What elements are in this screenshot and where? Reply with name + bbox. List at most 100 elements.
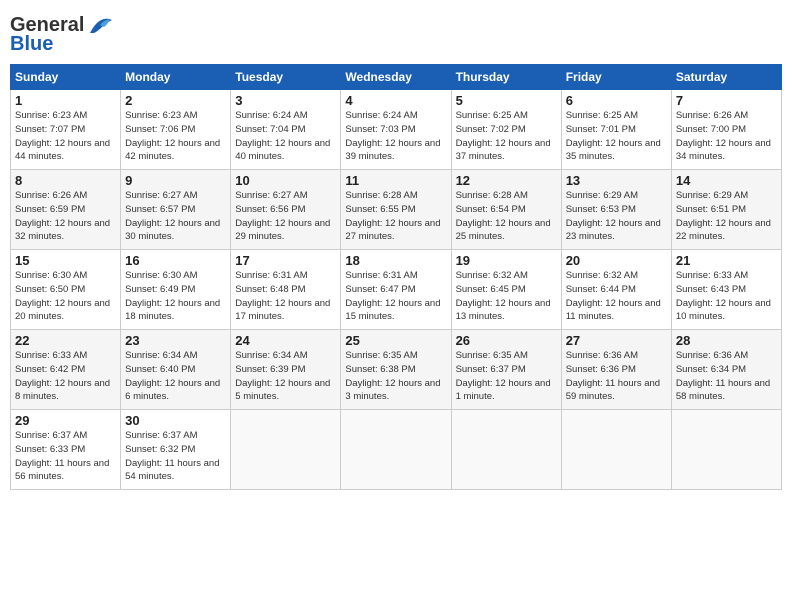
calendar-cell: 27 Sunrise: 6:36 AM Sunset: 6:36 PM Dayl… (561, 330, 671, 410)
day-info: Sunrise: 6:31 AM Sunset: 6:47 PM Dayligh… (345, 269, 446, 324)
sunrise: Sunrise: 6:35 AM (456, 350, 528, 361)
daylight-label: Daylight: 12 hours and 39 minutes. (345, 138, 440, 163)
day-info: Sunrise: 6:32 AM Sunset: 6:44 PM Dayligh… (566, 269, 667, 324)
sunset: Sunset: 6:48 PM (235, 284, 305, 295)
day-info: Sunrise: 6:33 AM Sunset: 6:43 PM Dayligh… (676, 269, 777, 324)
calendar-week-5: 29 Sunrise: 6:37 AM Sunset: 6:33 PM Dayl… (11, 410, 782, 490)
daylight-label: Daylight: 12 hours and 37 minutes. (456, 138, 551, 163)
day-number: 20 (566, 253, 667, 268)
daylight-label: Daylight: 12 hours and 40 minutes. (235, 138, 330, 163)
daylight-label: Daylight: 12 hours and 8 minutes. (15, 378, 110, 403)
day-info: Sunrise: 6:25 AM Sunset: 7:02 PM Dayligh… (456, 109, 557, 164)
calendar-cell (671, 410, 781, 490)
day-info: Sunrise: 6:35 AM Sunset: 6:37 PM Dayligh… (456, 349, 557, 404)
day-info: Sunrise: 6:37 AM Sunset: 6:32 PM Dayligh… (125, 429, 226, 484)
sunset: Sunset: 7:06 PM (125, 124, 195, 135)
day-info: Sunrise: 6:28 AM Sunset: 6:54 PM Dayligh… (456, 189, 557, 244)
daylight-label: Daylight: 12 hours and 5 minutes. (235, 378, 330, 403)
weekday-header-thursday: Thursday (451, 65, 561, 90)
calendar-week-2: 8 Sunrise: 6:26 AM Sunset: 6:59 PM Dayli… (11, 170, 782, 250)
daylight-label: Daylight: 12 hours and 23 minutes. (566, 218, 661, 243)
daylight-label: Daylight: 12 hours and 18 minutes. (125, 298, 220, 323)
calendar-cell: 8 Sunrise: 6:26 AM Sunset: 6:59 PM Dayli… (11, 170, 121, 250)
calendar-cell: 21 Sunrise: 6:33 AM Sunset: 6:43 PM Dayl… (671, 250, 781, 330)
daylight-label: Daylight: 12 hours and 6 minutes. (125, 378, 220, 403)
calendar-cell: 4 Sunrise: 6:24 AM Sunset: 7:03 PM Dayli… (341, 90, 451, 170)
sunset: Sunset: 7:04 PM (235, 124, 305, 135)
daylight-label: Daylight: 12 hours and 20 minutes. (15, 298, 110, 323)
calendar-week-1: 1 Sunrise: 6:23 AM Sunset: 7:07 PM Dayli… (11, 90, 782, 170)
daylight-label: Daylight: 12 hours and 30 minutes. (125, 218, 220, 243)
sunrise: Sunrise: 6:34 AM (125, 350, 197, 361)
sunset: Sunset: 6:51 PM (676, 204, 746, 215)
weekday-header-saturday: Saturday (671, 65, 781, 90)
day-number: 8 (15, 173, 116, 188)
sunset: Sunset: 6:57 PM (125, 204, 195, 215)
day-number: 7 (676, 93, 777, 108)
logo-bird-icon (86, 15, 114, 37)
calendar-week-3: 15 Sunrise: 6:30 AM Sunset: 6:50 PM Dayl… (11, 250, 782, 330)
day-info: Sunrise: 6:33 AM Sunset: 6:42 PM Dayligh… (15, 349, 116, 404)
weekday-header-wednesday: Wednesday (341, 65, 451, 90)
day-number: 18 (345, 253, 446, 268)
weekday-header-friday: Friday (561, 65, 671, 90)
sunset: Sunset: 6:55 PM (345, 204, 415, 215)
day-number: 27 (566, 333, 667, 348)
sunrise: Sunrise: 6:37 AM (125, 430, 197, 441)
day-number: 11 (345, 173, 446, 188)
sunset: Sunset: 6:56 PM (235, 204, 305, 215)
day-number: 23 (125, 333, 226, 348)
calendar-cell: 2 Sunrise: 6:23 AM Sunset: 7:06 PM Dayli… (121, 90, 231, 170)
daylight-label: Daylight: 12 hours and 3 minutes. (345, 378, 440, 403)
calendar-cell: 30 Sunrise: 6:37 AM Sunset: 6:32 PM Dayl… (121, 410, 231, 490)
calendar-cell: 9 Sunrise: 6:27 AM Sunset: 6:57 PM Dayli… (121, 170, 231, 250)
day-number: 14 (676, 173, 777, 188)
sunset: Sunset: 6:33 PM (15, 444, 85, 455)
calendar-cell: 6 Sunrise: 6:25 AM Sunset: 7:01 PM Dayli… (561, 90, 671, 170)
sunset: Sunset: 6:40 PM (125, 364, 195, 375)
day-info: Sunrise: 6:34 AM Sunset: 6:40 PM Dayligh… (125, 349, 226, 404)
sunset: Sunset: 6:34 PM (676, 364, 746, 375)
day-number: 19 (456, 253, 557, 268)
daylight-label: Daylight: 12 hours and 22 minutes. (676, 218, 771, 243)
sunrise: Sunrise: 6:26 AM (676, 110, 748, 121)
sunset: Sunset: 6:38 PM (345, 364, 415, 375)
calendar-cell: 11 Sunrise: 6:28 AM Sunset: 6:55 PM Dayl… (341, 170, 451, 250)
sunrise: Sunrise: 6:36 AM (676, 350, 748, 361)
calendar-cell: 12 Sunrise: 6:28 AM Sunset: 6:54 PM Dayl… (451, 170, 561, 250)
day-info: Sunrise: 6:29 AM Sunset: 6:51 PM Dayligh… (676, 189, 777, 244)
day-number: 30 (125, 413, 226, 428)
calendar-cell: 7 Sunrise: 6:26 AM Sunset: 7:00 PM Dayli… (671, 90, 781, 170)
day-info: Sunrise: 6:24 AM Sunset: 7:03 PM Dayligh… (345, 109, 446, 164)
day-number: 21 (676, 253, 777, 268)
sunrise: Sunrise: 6:31 AM (235, 270, 307, 281)
day-info: Sunrise: 6:36 AM Sunset: 6:34 PM Dayligh… (676, 349, 777, 404)
sunset: Sunset: 7:03 PM (345, 124, 415, 135)
sunset: Sunset: 6:49 PM (125, 284, 195, 295)
day-info: Sunrise: 6:26 AM Sunset: 7:00 PM Dayligh… (676, 109, 777, 164)
sunset: Sunset: 7:01 PM (566, 124, 636, 135)
sunrise: Sunrise: 6:36 AM (566, 350, 638, 361)
sunrise: Sunrise: 6:31 AM (345, 270, 417, 281)
daylight-label: Daylight: 12 hours and 1 minute. (456, 378, 551, 403)
calendar-cell: 28 Sunrise: 6:36 AM Sunset: 6:34 PM Dayl… (671, 330, 781, 410)
daylight-label: Daylight: 12 hours and 15 minutes. (345, 298, 440, 323)
sunset: Sunset: 6:50 PM (15, 284, 85, 295)
sunrise: Sunrise: 6:24 AM (235, 110, 307, 121)
sunrise: Sunrise: 6:24 AM (345, 110, 417, 121)
day-info: Sunrise: 6:29 AM Sunset: 6:53 PM Dayligh… (566, 189, 667, 244)
calendar-cell (451, 410, 561, 490)
daylight-label: Daylight: 12 hours and 13 minutes. (456, 298, 551, 323)
weekday-header-sunday: Sunday (11, 65, 121, 90)
calendar-cell: 10 Sunrise: 6:27 AM Sunset: 6:56 PM Dayl… (231, 170, 341, 250)
sunset: Sunset: 6:37 PM (456, 364, 526, 375)
calendar-cell: 19 Sunrise: 6:32 AM Sunset: 6:45 PM Dayl… (451, 250, 561, 330)
day-info: Sunrise: 6:23 AM Sunset: 7:06 PM Dayligh… (125, 109, 226, 164)
day-info: Sunrise: 6:31 AM Sunset: 6:48 PM Dayligh… (235, 269, 336, 324)
calendar-cell: 24 Sunrise: 6:34 AM Sunset: 6:39 PM Dayl… (231, 330, 341, 410)
day-number: 6 (566, 93, 667, 108)
calendar-cell: 23 Sunrise: 6:34 AM Sunset: 6:40 PM Dayl… (121, 330, 231, 410)
sunrise: Sunrise: 6:37 AM (15, 430, 87, 441)
sunrise: Sunrise: 6:34 AM (235, 350, 307, 361)
calendar-cell (341, 410, 451, 490)
